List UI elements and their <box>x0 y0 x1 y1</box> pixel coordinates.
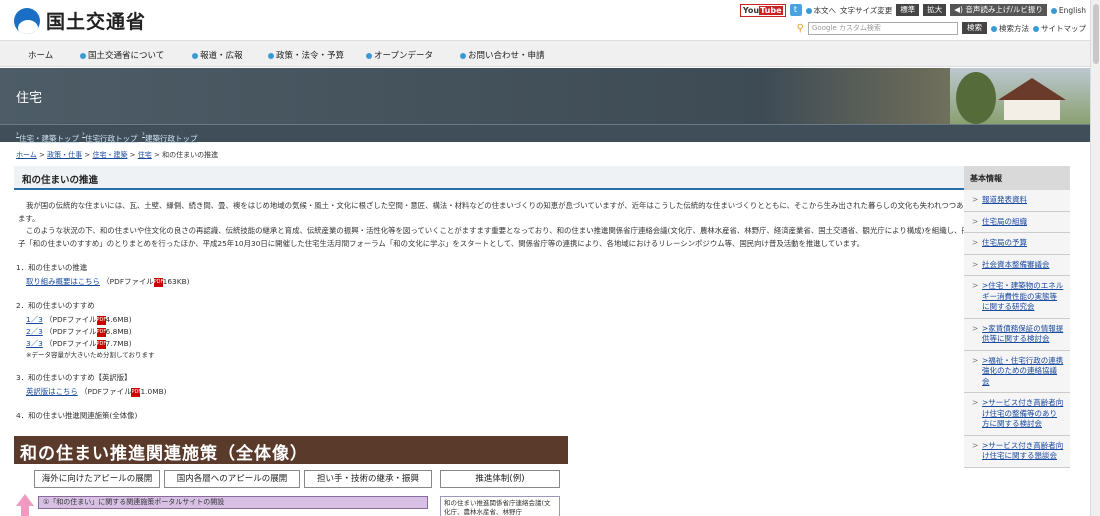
breadcrumb-housing[interactable]: 住宅 <box>138 151 152 159</box>
twitter-icon[interactable]: t <box>789 4 802 16</box>
subnav-housing-top[interactable]: › 住宅・建築トップ <box>16 129 79 143</box>
sidebar-item-organization[interactable]: 住宅局の組織 <box>964 211 1070 233</box>
subnav-building-admin-top[interactable]: › 建築行政トップ <box>142 129 198 143</box>
figure-header: 和の住まい推進関連施策（全体像） <box>14 436 568 464</box>
up-arrow-icon <box>16 494 34 516</box>
search-input[interactable]: Google カスタム検索 <box>808 21 958 35</box>
font-size-label: 文字サイズ変更 <box>840 5 893 15</box>
pdf-icon: PDF <box>96 315 107 325</box>
site-header: 国土交通省 YouTube t 本文へ 文字サイズ変更 標準 拡大 ◀) 音声読… <box>0 0 1100 40</box>
booklet-part2-link[interactable]: 2／3 <box>26 327 43 336</box>
search-method-link[interactable]: 検索方法 <box>991 23 1029 34</box>
font-size-standard-button[interactable]: 標準 <box>896 4 920 16</box>
figure-column: 推進体制(例) <box>440 470 560 488</box>
sidebar-heading: 基本情報 <box>964 166 1070 190</box>
nav-contact[interactable]: お問い合わせ・申請 <box>460 49 545 61</box>
page-title: 和の住まいの推進 <box>14 166 980 190</box>
sidebar-item-elderly-housing-study[interactable]: >サービス付き高齢者向け住宅の整備等のあり方に関する検討会 <box>964 393 1070 436</box>
figure-column: 海外に向けたアピールの展開 <box>34 470 160 488</box>
policy-overview-figure: 和の住まい推進関連施策（全体像） 海外に向けたアピールの展開 国内各層へのアピー… <box>14 436 568 516</box>
figure-column: 担い手・技術の継承・振興 <box>304 470 432 488</box>
bullet-icon <box>366 52 372 59</box>
breadcrumb-home[interactable]: ホーム <box>16 151 37 159</box>
intro-text: 我が国の伝統的な住まいには、瓦、土壁、縁側、続き間、畳、襖をはじめ地域の気候・風… <box>14 200 980 250</box>
pdf-icon: PDF <box>153 277 164 287</box>
main-content: 和の住まいの推進 我が国の伝統的な住まいには、瓦、土壁、縁側、続き間、畳、襖をは… <box>14 166 980 516</box>
sidebar-item-press[interactable]: 報道発表資料 <box>964 190 1070 212</box>
logo-text: 国土交通省 <box>46 11 147 33</box>
nav-policy[interactable]: 政策・法令・予算 <box>268 49 344 61</box>
page-scrollbar[interactable] <box>1090 0 1100 516</box>
section-banner: 住宅 <box>0 68 1090 124</box>
youtube-icon[interactable]: YouTube <box>739 3 786 17</box>
speaker-icon: ◀) <box>954 5 963 14</box>
subnav-housing-admin-top[interactable]: › 住宅行政トップ <box>82 129 138 143</box>
breadcrumb-current: 和の住まいの推進 <box>162 151 219 159</box>
sidebar-item-rent-guarantee[interactable]: >家賃債務保証の情報提供等に関する検討会 <box>964 318 1070 351</box>
font-size-large-button[interactable]: 拡大 <box>923 4 947 16</box>
sitemap-link[interactable]: サイトマップ <box>1033 23 1086 34</box>
booklet-part1-link[interactable]: 1／3 <box>26 315 43 324</box>
breadcrumb-housing-building[interactable]: 住宅・建築 <box>92 151 127 159</box>
english-link[interactable]: English <box>1050 6 1086 15</box>
banner-title: 住宅 <box>16 91 43 106</box>
sidebar-item-welfare-council[interactable]: >福祉・住宅行政の連携強化のための連絡協議会 <box>964 350 1070 393</box>
section-heading: 4．和の住まい推進関連施策(全体像) <box>16 411 138 420</box>
search-button[interactable]: 検索 <box>962 22 987 34</box>
size-note: ※データ容量が大きいため分割しております <box>26 351 155 359</box>
bullet-icon <box>268 52 274 59</box>
section-1: 1．和の住まいの推進 取り組み概要はこちら （PDFファイルPDF163KB) <box>14 262 980 288</box>
section-heading: 3．和の住まいのすすめ【英訳版】 <box>16 373 132 382</box>
sidebar-item-elderly-housing-forum[interactable]: >サービス付き高齢者向け住宅に関する懇談会 <box>964 435 1070 468</box>
bullet-icon <box>80 52 86 59</box>
scrollbar-thumb[interactable] <box>1093 4 1099 64</box>
house-photo <box>950 68 1090 124</box>
global-nav: ホーム 国土交通省について 報道・広報 政策・法令・予算 オープンデータ お問い… <box>0 40 1100 67</box>
nav-open-data[interactable]: オープンデータ <box>366 49 433 61</box>
nav-home[interactable]: ホーム <box>28 49 53 61</box>
header-tools: YouTube t 本文へ 文字サイズ変更 標準 拡大 ◀) 音声読み上げ/ルビ… <box>739 3 1086 17</box>
bullet-icon <box>1050 7 1057 14</box>
speech-ruby-button[interactable]: ◀) 音声読み上げ/ルビ振り <box>950 4 1047 16</box>
location-pin-icon: ⚲ <box>796 22 804 34</box>
figure-title: 和の住まい推進関連施策（全体像） <box>20 444 308 464</box>
bullet-icon <box>805 7 812 14</box>
section-2: 2．和の住まいのすすめ 1／3 （PDFファイルPDF4.6MB) 2／3 （P… <box>14 300 980 360</box>
sidebar-item-council[interactable]: 社会資本整備審議会 <box>964 254 1070 276</box>
section-heading: 2．和の住まいのすすめ <box>16 301 95 310</box>
figure-column: 国内各層へのアピールの展開 <box>164 470 300 488</box>
figure-right-box: 和の住まい推進関係省庁連絡会議(文化庁、農林水産省、林野庁 <box>440 496 560 516</box>
figure-bar: ①「和の住まい」に関する関連施策ポータルサイトの開設 <box>38 496 428 509</box>
search-row: ⚲ Google カスタム検索 検索 検索方法 サイトマップ <box>797 21 1086 35</box>
pdf-icon: PDF <box>96 327 107 337</box>
intro-paragraph: このような状況の下、和の住まいや住文化の良さの再認識、伝統技能の継承と育成、伝統… <box>18 226 969 248</box>
section-3: 3．和の住まいのすすめ【英訳版】 英訳版はこちら （PDFファイルPDF1.0M… <box>14 372 980 398</box>
nav-press[interactable]: 報道・広報 <box>192 49 243 61</box>
figure-body: 海外に向けたアピールの展開 国内各層へのアピールの展開 担い手・技術の継承・振興… <box>14 464 568 516</box>
bullet-icon <box>991 25 997 32</box>
breadcrumb: ホーム > 政策・仕事 > 住宅・建築 > 住宅 > 和の住まいの推進 <box>16 151 219 159</box>
bullet-icon <box>192 52 198 59</box>
section-heading: 1．和の住まいの推進 <box>16 263 88 272</box>
nav-about[interactable]: 国土交通省について <box>80 49 164 61</box>
sub-nav: › 住宅・建築トップ › 住宅行政トップ › 建築行政トップ <box>0 124 1090 143</box>
site-logo[interactable]: 国土交通省 <box>14 7 146 34</box>
mlit-logo-icon <box>14 7 40 34</box>
english-pdf-link[interactable]: 英訳版はこちら <box>26 387 78 396</box>
sidebar-item-energy-study[interactable]: >住宅・建築物のエネルギー消費性能の実態等に関する研究会 <box>964 276 1070 319</box>
booklet-part3-link[interactable]: 3／3 <box>26 339 43 348</box>
bullet-icon <box>460 52 466 59</box>
sidebar: 基本情報 報道発表資料 住宅局の組織 住宅局の予算 社会資本整備審議会 >住宅・… <box>964 166 1070 516</box>
overview-pdf-link[interactable]: 取り組み概要はこちら <box>26 277 100 286</box>
skip-to-content-link[interactable]: 本文へ <box>805 5 836 16</box>
intro-paragraph: 我が国の伝統的な住まいには、瓦、土壁、縁側、続き間、畳、襖をはじめ地域の気候・風… <box>18 201 971 223</box>
breadcrumb-policy[interactable]: 政策・仕事 <box>47 151 82 159</box>
pdf-icon: PDF <box>96 339 107 349</box>
sidebar-item-budget[interactable]: 住宅局の予算 <box>964 233 1070 255</box>
section-4: 4．和の住まい推進関連施策(全体像) <box>14 410 980 421</box>
bullet-icon <box>1033 25 1039 32</box>
